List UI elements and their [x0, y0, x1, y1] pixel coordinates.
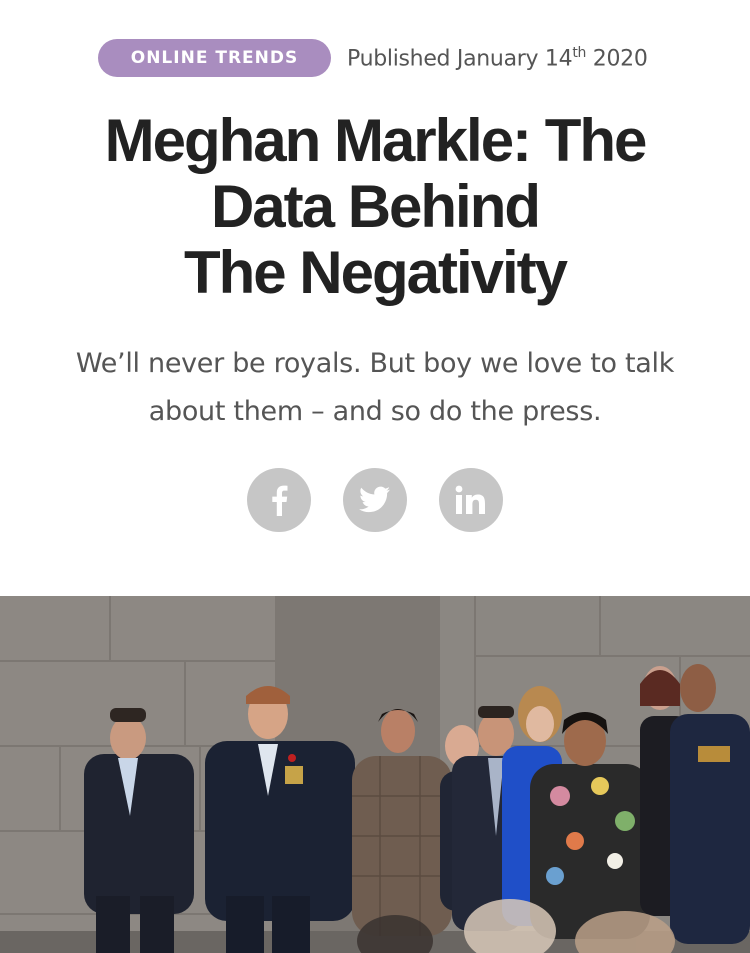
hero-photo-royals-walking — [0, 596, 750, 953]
article-title: Meghan Markle: The Data Behind The Negat… — [40, 108, 710, 306]
linkedin-share-button[interactable] — [439, 468, 503, 532]
publish-date: Published January 14th 2020 — [347, 44, 648, 72]
title-line: Meghan Markle: The — [104, 107, 648, 174]
category-badge[interactable]: ONLINE TRENDS — [98, 39, 331, 77]
title-line: The Negativity — [183, 239, 568, 306]
title-line: Data Behind — [210, 173, 541, 240]
subtitle-line: about them – and so do the press. — [148, 396, 602, 427]
facebook-icon — [272, 485, 288, 516]
twitter-share-button[interactable] — [343, 468, 407, 532]
article-meta: ONLINE TRENDS Published January 14th 202… — [98, 38, 678, 78]
subtitle-line: We’ll never be royals. But boy we love t… — [75, 348, 675, 379]
share-bar — [247, 468, 503, 532]
facebook-share-button[interactable] — [247, 468, 311, 532]
twitter-icon — [359, 486, 390, 513]
linkedin-icon — [455, 485, 485, 514]
hero-image — [0, 596, 750, 953]
article-subtitle: We’ll never be royals. But boy we love t… — [40, 340, 710, 436]
